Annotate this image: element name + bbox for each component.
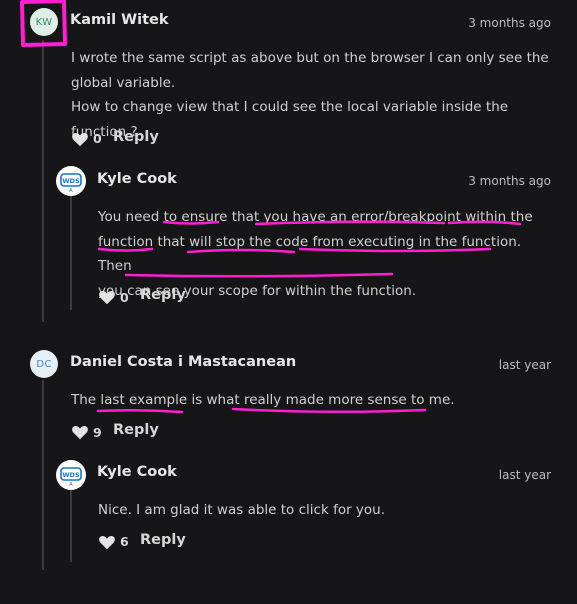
wds-logo-icon: WDS A — [60, 173, 82, 194]
reply-timestamp[interactable]: 3 months ago — [468, 174, 551, 188]
thread-line — [42, 380, 44, 570]
comment-text-line: The last example is what really made mor… — [71, 392, 455, 408]
wds-logo-icon: WDS A — [60, 467, 82, 488]
heart-icon[interactable] — [71, 131, 89, 147]
like-count: 9 — [93, 425, 102, 440]
svg-text:A: A — [69, 188, 73, 194]
comment-author[interactable]: Kamil Witek — [70, 12, 169, 28]
reply-button[interactable]: Reply — [113, 422, 159, 438]
logo-text: WDS — [62, 177, 80, 185]
svg-text:A: A — [69, 482, 73, 488]
wds-logo-avatar[interactable]: WDS A — [56, 166, 86, 196]
heart-icon[interactable] — [98, 534, 116, 550]
thread-line — [42, 40, 44, 322]
heart-icon[interactable] — [98, 289, 116, 305]
reply-text-line: You need to ensure that you have an erro… — [98, 209, 533, 225]
heart-icon[interactable] — [71, 424, 89, 440]
comment-body: The last example is what really made mor… — [71, 388, 561, 413]
comment-text-line: I wrote the same script as above but on … — [71, 50, 549, 66]
avatar[interactable]: KW — [30, 8, 58, 36]
reply-button[interactable]: Reply — [140, 532, 186, 548]
reply-body: Nice. I am glad it was able to click for… — [98, 498, 558, 523]
like-count: 6 — [120, 534, 129, 549]
reply-text-line: Nice. I am glad it was able to click for… — [98, 502, 386, 518]
wds-logo-avatar[interactable]: WDS A — [56, 460, 86, 490]
like-count: 0 — [120, 290, 129, 305]
avatar[interactable]: DC — [30, 350, 58, 378]
reply-author[interactable]: Kyle Cook — [97, 171, 177, 187]
comment-timestamp[interactable]: last year — [499, 358, 551, 372]
reply-thread-line — [70, 490, 72, 562]
logo-text: WDS — [62, 471, 80, 479]
comment-timestamp[interactable]: 3 months ago — [468, 16, 551, 30]
avatar-initials: DC — [36, 358, 52, 370]
reply-thread-line — [70, 196, 72, 310]
reply-button[interactable]: Reply — [140, 287, 186, 303]
reply-author[interactable]: Kyle Cook — [97, 464, 177, 480]
reply-text-line: function that will stop the code from ex… — [98, 233, 522, 275]
like-count: 0 — [93, 131, 102, 146]
comment-author[interactable]: Daniel Costa i Mastacanean — [70, 354, 296, 370]
comment-text-line: global variable. — [71, 74, 176, 91]
reply-timestamp[interactable]: last year — [499, 468, 551, 482]
reply-button[interactable]: Reply — [113, 129, 159, 145]
avatar-initials: KW — [35, 16, 53, 28]
